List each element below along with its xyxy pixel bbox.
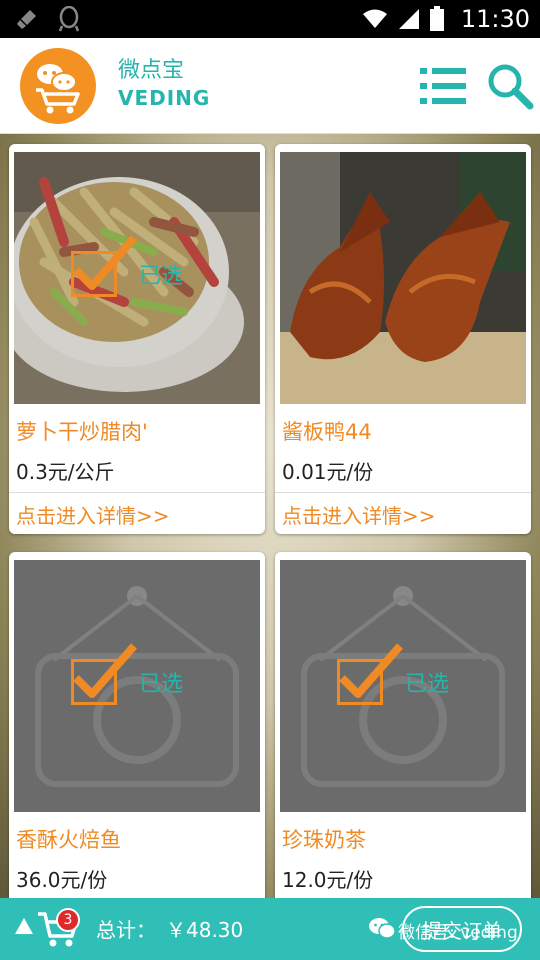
battery-icon xyxy=(429,6,444,31)
product-name: 萝卜干炒腊肉' xyxy=(16,420,148,444)
notification-broom-icon xyxy=(17,10,36,29)
product-price: 36.0元/份 xyxy=(16,868,108,892)
up-arrow-icon[interactable] xyxy=(14,916,34,936)
qq-icon xyxy=(58,6,80,32)
list-menu-icon xyxy=(420,68,466,104)
status-right: 11:30 xyxy=(361,5,530,33)
product-card[interactable]: 已选 香酥火焙鱼 36.0元/份 xyxy=(9,552,265,898)
logo-cart-chat-icon xyxy=(36,64,80,114)
product-name: 酱板鸭44 xyxy=(282,420,372,444)
signal-icon xyxy=(398,9,419,29)
status-bar: 11:30 xyxy=(0,0,540,38)
selected-indicator: 已选 xyxy=(71,235,221,304)
selected-label: 已选 xyxy=(405,672,450,697)
product-grid: 已选 萝卜干炒腊肉' 0.3元/公斤 点击进入详情>> 酱板鸭44 0.01元/… xyxy=(0,134,540,898)
cart-count-badge: 3 xyxy=(56,908,80,932)
divider xyxy=(275,492,531,493)
product-price: 0.3元/公斤 xyxy=(16,460,115,484)
total-value: ￥48.30 xyxy=(166,918,244,942)
selected-label: 已选 xyxy=(139,264,184,289)
product-card[interactable]: 已选 萝卜干炒腊肉' 0.3元/公斤 点击进入详情>> xyxy=(9,144,265,534)
total-label: 总计： xyxy=(96,918,156,942)
wechat-icon xyxy=(369,918,396,939)
checkbox-icon xyxy=(337,643,404,705)
wifi-icon xyxy=(362,9,387,28)
checkbox-icon xyxy=(71,235,138,297)
app-logo xyxy=(20,48,96,124)
cart-bottom-bar: 3 总计： ￥48.30 提交订单 微信号: veding xyxy=(0,898,540,960)
product-name: 香酥火焙鱼 xyxy=(16,828,121,852)
app-name-cn: 微点宝 xyxy=(118,58,185,83)
app-header: 微点宝 VEDING xyxy=(0,38,540,134)
selected-indicator: 已选 xyxy=(337,643,487,712)
product-card[interactable]: 酱板鸭44 0.01元/份 点击进入详情>> xyxy=(275,144,531,534)
status-left xyxy=(16,6,80,32)
category-menu-button[interactable] xyxy=(420,66,470,106)
wechat-id-watermark: 微信号: veding xyxy=(398,923,518,943)
product-card[interactable]: 已选 珍珠奶茶 12.0元/份 xyxy=(275,552,531,898)
product-price: 12.0元/份 xyxy=(282,868,374,892)
product-detail-link[interactable]: 点击进入详情>> xyxy=(16,500,170,529)
search-icon xyxy=(488,64,534,110)
selected-label: 已选 xyxy=(139,672,184,697)
search-button[interactable] xyxy=(486,62,536,112)
app-name-en: VEDING xyxy=(118,86,211,110)
divider xyxy=(9,492,265,493)
product-name: 珍珠奶茶 xyxy=(282,828,366,852)
product-image xyxy=(280,152,526,404)
product-detail-link[interactable]: 点击进入详情>> xyxy=(282,500,436,529)
braised-duck-image xyxy=(280,152,526,404)
checkbox-icon xyxy=(71,643,138,705)
status-time: 11:30 xyxy=(460,5,530,33)
product-price: 0.01元/份 xyxy=(282,460,374,484)
selected-indicator: 已选 xyxy=(71,643,221,712)
